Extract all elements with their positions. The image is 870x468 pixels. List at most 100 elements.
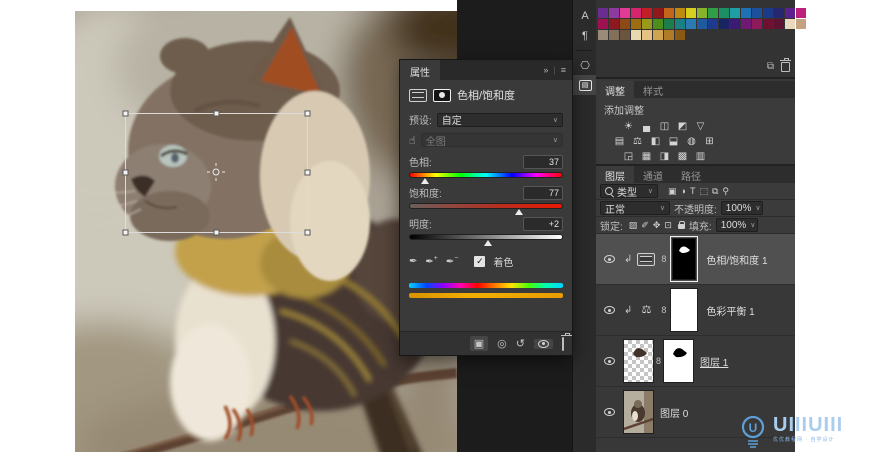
lock-transparency-icon[interactable]: ▨ — [629, 220, 638, 231]
color-swatch[interactable] — [598, 8, 608, 18]
color-swatch[interactable] — [774, 19, 784, 29]
color-swatch[interactable] — [609, 30, 619, 40]
new-swatch-icon[interactable]: ⧉ — [767, 61, 774, 72]
color-swatch[interactable] — [697, 19, 707, 29]
color-swatch[interactable] — [774, 8, 784, 18]
sat-slider-thumb[interactable] — [515, 209, 524, 215]
color-swatch[interactable] — [653, 19, 663, 29]
color-swatch[interactable] — [708, 8, 718, 18]
color-swatch[interactable] — [686, 19, 696, 29]
clip-to-layer-icon[interactable]: ▣ — [469, 336, 489, 351]
posterize-icon[interactable]: ▦ — [640, 151, 653, 163]
hue-saturation-icon[interactable]: ▤ — [613, 136, 626, 148]
color-swatch[interactable] — [642, 19, 652, 29]
color-swatch[interactable] — [631, 8, 641, 18]
color-swatch[interactable] — [631, 30, 641, 40]
layer-name[interactable]: 色彩平衡 1 — [706, 303, 754, 318]
layer-mask-thumbnail[interactable] — [663, 339, 695, 383]
sat-value-input[interactable]: 77 — [523, 186, 563, 200]
layer-name[interactable]: 图层 0 — [660, 405, 688, 420]
tab-paths[interactable]: 路径 — [672, 166, 710, 183]
lock-image-icon[interactable]: ✐ — [641, 220, 649, 231]
panel-menu-icon[interactable]: ≡ — [561, 65, 566, 75]
color-swatch[interactable] — [675, 30, 685, 40]
black-white-icon[interactable]: ◧ — [649, 136, 662, 148]
color-swatch[interactable] — [609, 8, 619, 18]
tab-layers[interactable]: 图层 — [596, 166, 634, 183]
mask-badge-icon[interactable] — [433, 88, 451, 102]
color-swatch[interactable] — [620, 30, 630, 40]
delete-adjustment-icon[interactable] — [562, 336, 564, 351]
lock-artboard-icon[interactable]: ⊡ — [664, 220, 672, 231]
color-swatch[interactable] — [730, 8, 740, 18]
color-swatch[interactable] — [664, 8, 674, 18]
reset-icon[interactable]: ↺ — [516, 337, 525, 350]
filter-adjustment-icon[interactable]: ◑ — [681, 186, 686, 196]
color-swatch[interactable] — [609, 19, 619, 29]
color-swatch[interactable] — [719, 19, 729, 29]
hue-saturation-adjustment-icon[interactable] — [637, 252, 656, 266]
filter-smart-object-icon[interactable]: ⧉ — [712, 186, 718, 197]
collapse-panel-icon[interactable]: » — [543, 65, 548, 75]
color-swatch[interactable] — [741, 8, 751, 18]
tab-adjustments[interactable]: 调整 — [596, 81, 634, 98]
light-slider[interactable] — [409, 234, 563, 246]
light-value-input[interactable]: +2 — [523, 217, 563, 231]
layer-row-hue-saturation-1[interactable]: ↳ 8 色相/饱和度 1 — [596, 234, 795, 285]
color-swatch[interactable] — [752, 19, 762, 29]
color-swatch[interactable] — [752, 8, 762, 18]
color-balance-icon[interactable]: ⚖ — [631, 136, 644, 148]
tab-properties[interactable]: 属性 — [400, 60, 440, 80]
colorize-checkbox[interactable]: ✓ — [474, 256, 486, 267]
color-swatch[interactable] — [664, 19, 674, 29]
color-swatch[interactable] — [653, 30, 663, 40]
previous-state-icon[interactable]: ◎ — [497, 337, 507, 350]
color-swatch[interactable] — [796, 8, 806, 18]
color-swatch[interactable] — [719, 8, 729, 18]
delete-swatch-icon[interactable] — [780, 58, 791, 72]
color-swatch[interactable] — [785, 8, 795, 18]
character-panel-icon[interactable]: A — [573, 6, 597, 26]
preset-select[interactable]: 自定 ∨ — [436, 112, 563, 127]
invert-icon[interactable]: ◲ — [622, 151, 635, 163]
color-lookup-icon[interactable]: ⊞ — [703, 136, 716, 148]
hue-slider[interactable] — [409, 172, 563, 184]
color-swatch[interactable] — [598, 30, 608, 40]
color-swatch[interactable] — [785, 19, 795, 29]
visibility-toggle[interactable] — [600, 357, 618, 365]
3d-panel-icon[interactable]: ⎔ — [573, 55, 597, 75]
color-swatch[interactable] — [642, 8, 652, 18]
eyedropper-subtract-icon[interactable]: ✒− — [446, 255, 458, 267]
properties-panel-icon[interactable]: ▤ — [573, 75, 597, 95]
eyedropper-add-icon[interactable]: ✒+ — [425, 255, 437, 267]
swatch-grid[interactable] — [598, 8, 806, 40]
layer-name[interactable]: 图层 1 — [700, 354, 728, 369]
targeted-adjustment-icon[interactable]: ☝ — [409, 134, 416, 147]
lock-all-icon[interactable] — [677, 221, 685, 229]
exposure-icon[interactable]: ◩ — [676, 121, 689, 133]
color-swatch[interactable] — [675, 19, 685, 29]
eyedropper-icon[interactable]: ✒ — [409, 256, 417, 267]
filter-pixel-icon[interactable]: ▣ — [668, 186, 677, 197]
color-swatch[interactable] — [664, 30, 674, 40]
filter-shape-icon[interactable]: ⬚ — [699, 186, 708, 197]
tab-channels[interactable]: 通道 — [634, 166, 672, 183]
color-swatch[interactable] — [697, 8, 707, 18]
color-swatch[interactable] — [642, 30, 652, 40]
selective-color-icon[interactable]: ▥ — [694, 151, 707, 163]
blend-mode-select[interactable]: 正常 ∨ — [600, 201, 670, 216]
channel-select[interactable]: 全图 ∨ — [420, 133, 563, 148]
color-swatch[interactable] — [796, 19, 806, 29]
color-swatch[interactable] — [686, 8, 696, 18]
visibility-toggle[interactable] — [600, 408, 618, 416]
curves-icon[interactable]: ◫ — [658, 121, 671, 133]
layer-mask-thumbnail-selected[interactable] — [670, 236, 699, 282]
color-swatch[interactable] — [620, 8, 630, 18]
color-swatch[interactable] — [708, 19, 718, 29]
layer-thumbnail[interactable] — [623, 339, 654, 383]
fill-input[interactable]: 100% ∨ — [715, 218, 758, 232]
color-swatch[interactable] — [763, 19, 773, 29]
visibility-toggle[interactable] — [600, 306, 618, 314]
hue-slider-thumb[interactable] — [421, 178, 430, 184]
layer-row-color-balance-1[interactable]: ↳ ⚖ 8 色彩平衡 1 — [596, 285, 795, 336]
